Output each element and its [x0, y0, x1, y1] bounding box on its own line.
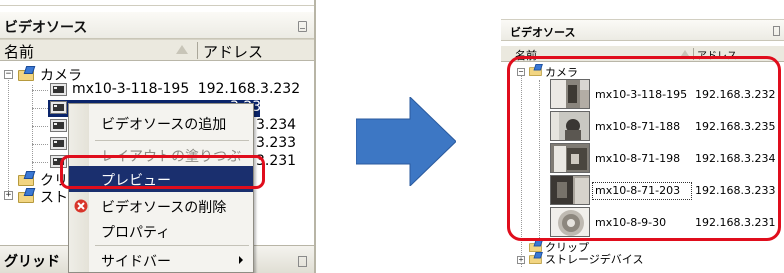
- column-divider[interactable]: [197, 42, 198, 59]
- camera-address[interactable]: 3.233: [256, 135, 296, 151]
- tree-line: [32, 162, 48, 163]
- camera-name: mx10-3-118-195: [72, 81, 190, 97]
- menu-item-label: ビデオソースの追加: [101, 117, 227, 133]
- annotation-highlight-preview: [60, 155, 265, 189]
- pin-icon[interactable]: [298, 21, 307, 32]
- expand-toggle[interactable]: +: [517, 256, 525, 264]
- tree-line: [32, 144, 48, 145]
- panel-top-edge: [0, 0, 314, 6]
- collapse-toggle[interactable]: −: [4, 70, 13, 79]
- camera-icon: [50, 119, 67, 132]
- grid-title: グリッド: [4, 254, 60, 270]
- annotation-highlight-camera-previews: [507, 56, 781, 241]
- camera-icon: [50, 137, 67, 150]
- tree-line: [32, 85, 33, 170]
- left-panel: ビデオソース 名前 アドレス − カメラ mx10-3-118-195 192.…: [0, 0, 316, 273]
- clip-folder-icon: [529, 240, 543, 252]
- camera-folder-icon: [18, 66, 36, 81]
- delete-icon: [74, 199, 88, 213]
- camera-address: 192.168.3.232: [197, 81, 301, 97]
- tree-line: [8, 75, 9, 195]
- right-panel: ビデオソース 名前 アドレス − カメラ mx10-3-118-195 192.…: [501, 0, 784, 273]
- pin-icon[interactable]: [298, 256, 307, 267]
- tree-line: [32, 108, 48, 109]
- video-source-title: ビデオソース: [4, 20, 88, 36]
- menu-item-delete-video-source[interactable]: ビデオソースの削除: [69, 193, 253, 219]
- submenu-arrow-icon: [239, 256, 243, 264]
- menu-separator: [95, 140, 249, 141]
- column-name[interactable]: 名前: [4, 41, 34, 62]
- tree-line: [32, 90, 48, 91]
- column-header: 名前 アドレス: [0, 39, 314, 61]
- sort-ascending-icon: [176, 45, 188, 54]
- camera-icon: [50, 101, 67, 114]
- panel-right-edge: [314, 0, 316, 273]
- menu-item-properties[interactable]: プロパティ: [69, 218, 253, 244]
- storage-folder-icon: [529, 252, 543, 264]
- video-source-header[interactable]: ビデオソース: [501, 19, 784, 41]
- video-source-title: ビデオソース: [510, 26, 576, 39]
- expand-toggle[interactable]: +: [4, 191, 13, 200]
- camera-icon: [50, 83, 67, 96]
- menu-item-label: プロパティ: [101, 225, 171, 241]
- column-address[interactable]: アドレス: [203, 41, 263, 62]
- pin-icon[interactable]: [773, 26, 780, 36]
- tree-line: [32, 126, 48, 127]
- right-arrow-icon: [356, 97, 456, 186]
- storage-folder-label[interactable]: スト: [40, 187, 68, 207]
- menu-item-add-video-source[interactable]: ビデオソースの追加: [69, 110, 253, 136]
- menu-item-sidebar[interactable]: サイドバー: [69, 247, 253, 273]
- camera-address[interactable]: 3.234: [256, 117, 296, 133]
- storage-folder-label[interactable]: ストレージデバイス: [545, 251, 643, 267]
- menu-item-label: サイドバー: [101, 254, 171, 270]
- tree-camera-row[interactable]: mx10-3-118-195 192.168.3.232: [72, 81, 300, 97]
- clip-folder-icon: [18, 171, 36, 186]
- video-source-header[interactable]: ビデオソース: [0, 12, 314, 39]
- menu-item-label: ビデオソースの削除: [101, 200, 227, 216]
- menu-separator: [95, 245, 249, 246]
- storage-folder-icon: [18, 188, 36, 203]
